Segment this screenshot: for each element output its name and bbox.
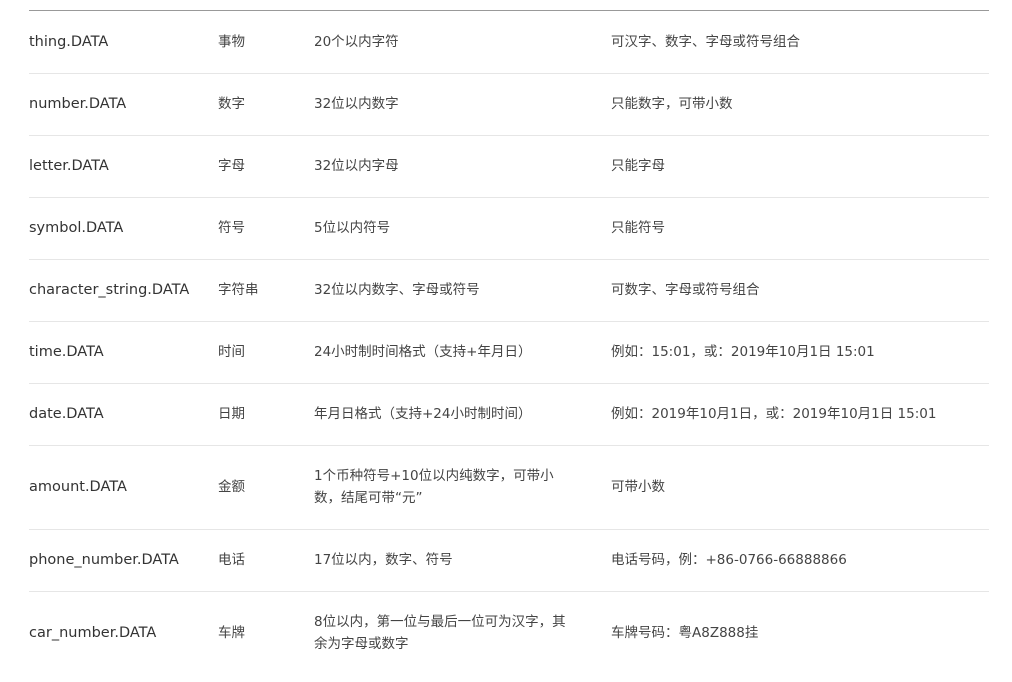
length-text: 20个以内字符: [314, 33, 399, 50]
length-text: 24小时制时间格式（支持+年月日）: [314, 344, 532, 360]
length-text: 8位以内，第一位与最后一位可为汉字，其余为字母或数字: [314, 614, 566, 653]
type-cell: 日期: [218, 383, 314, 446]
data-type-table-container: thing.DATA 事物 20个以内字符 可汉字、数字、字母或符号组合 num…: [29, 10, 989, 675]
type-cell: 时间: [218, 321, 314, 384]
table-row: car_number.DATA 车牌 8位以内，第一位与最后一位可为汉字，其余为…: [29, 591, 989, 675]
type-cell: 车牌: [218, 625, 245, 642]
length-cell: 24小时制时间格式（支持+年月日）: [314, 321, 611, 384]
length-cell: 32位以内字母: [314, 135, 611, 198]
length-text: 5位以内符号: [314, 220, 391, 236]
param-name-cell: number.DATA: [29, 73, 218, 136]
param-name-cell: letter.DATA: [29, 135, 218, 198]
length-cell: 5位以内符号: [314, 197, 611, 260]
requirement-cell: 只能字母: [611, 135, 989, 198]
param-name-cell: amount.DATA: [29, 445, 218, 530]
length-cell: 20个以内字符: [314, 11, 611, 74]
requirement-cell: 只能数字，可带小数: [611, 73, 989, 136]
table-row: thing.DATA 事物 20个以内字符 可汉字、数字、字母或符号组合: [29, 11, 989, 74]
length-cell: 8位以内，第一位与最后一位可为汉字，其余为字母或数字: [314, 591, 611, 675]
requirement-cell: 可带小数: [611, 445, 989, 530]
type-cell: 数字: [218, 73, 314, 136]
length-text: 1个币种符号+10位以内纯数字，可带小数，结尾可带“元”: [314, 468, 554, 506]
length-text: 32位以内字母: [314, 158, 399, 174]
type-cell: 字母: [218, 135, 314, 198]
type-cell: 符号: [218, 197, 314, 260]
table-row: character_string.DATA 字符串 32位以内数字、字母或符号 …: [29, 259, 989, 322]
requirement-cell: 例如：15:01，或：2019年10月1日 15:01: [611, 321, 989, 384]
length-cell: 1个币种符号+10位以内纯数字，可带小数，结尾可带“元”: [314, 445, 611, 530]
table-row: amount.DATA 金额 1个币种符号+10位以内纯数字，可带小数，结尾可带…: [29, 445, 989, 530]
requirement-cell: 只能符号: [611, 197, 989, 260]
requirement-cell: 车牌号码：粤A8Z888挂: [611, 625, 759, 642]
param-name-cell: thing.DATA: [29, 11, 218, 74]
param-name-cell: phone_number.DATA: [29, 529, 218, 592]
length-cell: 年月日格式（支持+24小时制时间）: [314, 383, 611, 446]
param-name-cell: car_number.DATA: [29, 625, 157, 642]
table-row: phone_number.DATA 电话 17位以内，数字、符号 电话号码，例：…: [29, 529, 989, 592]
length-text: 32位以内数字、字母或符号: [314, 282, 480, 298]
table-row: symbol.DATA 符号 5位以内符号 只能符号: [29, 197, 989, 260]
table-row: date.DATA 日期 年月日格式（支持+24小时制时间） 例如：2019年1…: [29, 383, 989, 446]
length-text: 17位以内，数字、符号: [314, 552, 453, 568]
type-cell: 金额: [218, 445, 314, 530]
table-row: letter.DATA 字母 32位以内字母 只能字母: [29, 135, 989, 198]
param-name-cell: time.DATA: [29, 321, 218, 384]
length-cell: 32位以内数字、字母或符号: [314, 259, 611, 322]
data-type-table: thing.DATA 事物 20个以内字符 可汉字、数字、字母或符号组合 num…: [29, 11, 989, 675]
param-name-cell: character_string.DATA: [29, 259, 218, 322]
requirement-cell: 电话号码，例：+86-0766-66888866: [611, 529, 989, 592]
type-cell: 电话: [218, 529, 314, 592]
param-name-cell: date.DATA: [29, 383, 218, 446]
requirement-cell: 可数字、字母或符号组合: [611, 259, 989, 322]
length-text: 32位以内数字: [314, 96, 399, 112]
length-cell: 32位以内数字: [314, 73, 611, 136]
requirement-cell: 可汉字、数字、字母或符号组合: [611, 11, 989, 74]
length-text: 年月日格式（支持+24小时制时间）: [314, 406, 532, 422]
table-row: number.DATA 数字 32位以内数字 只能数字，可带小数: [29, 73, 989, 136]
param-name-cell: symbol.DATA: [29, 197, 218, 260]
type-cell: 字符串: [218, 259, 314, 322]
type-cell: 事物: [218, 11, 314, 74]
requirement-cell: 例如：2019年10月1日，或：2019年10月1日 15:01: [611, 383, 989, 446]
length-cell: 17位以内，数字、符号: [314, 529, 611, 592]
table-row: time.DATA 时间 24小时制时间格式（支持+年月日） 例如：15:01，…: [29, 321, 989, 384]
